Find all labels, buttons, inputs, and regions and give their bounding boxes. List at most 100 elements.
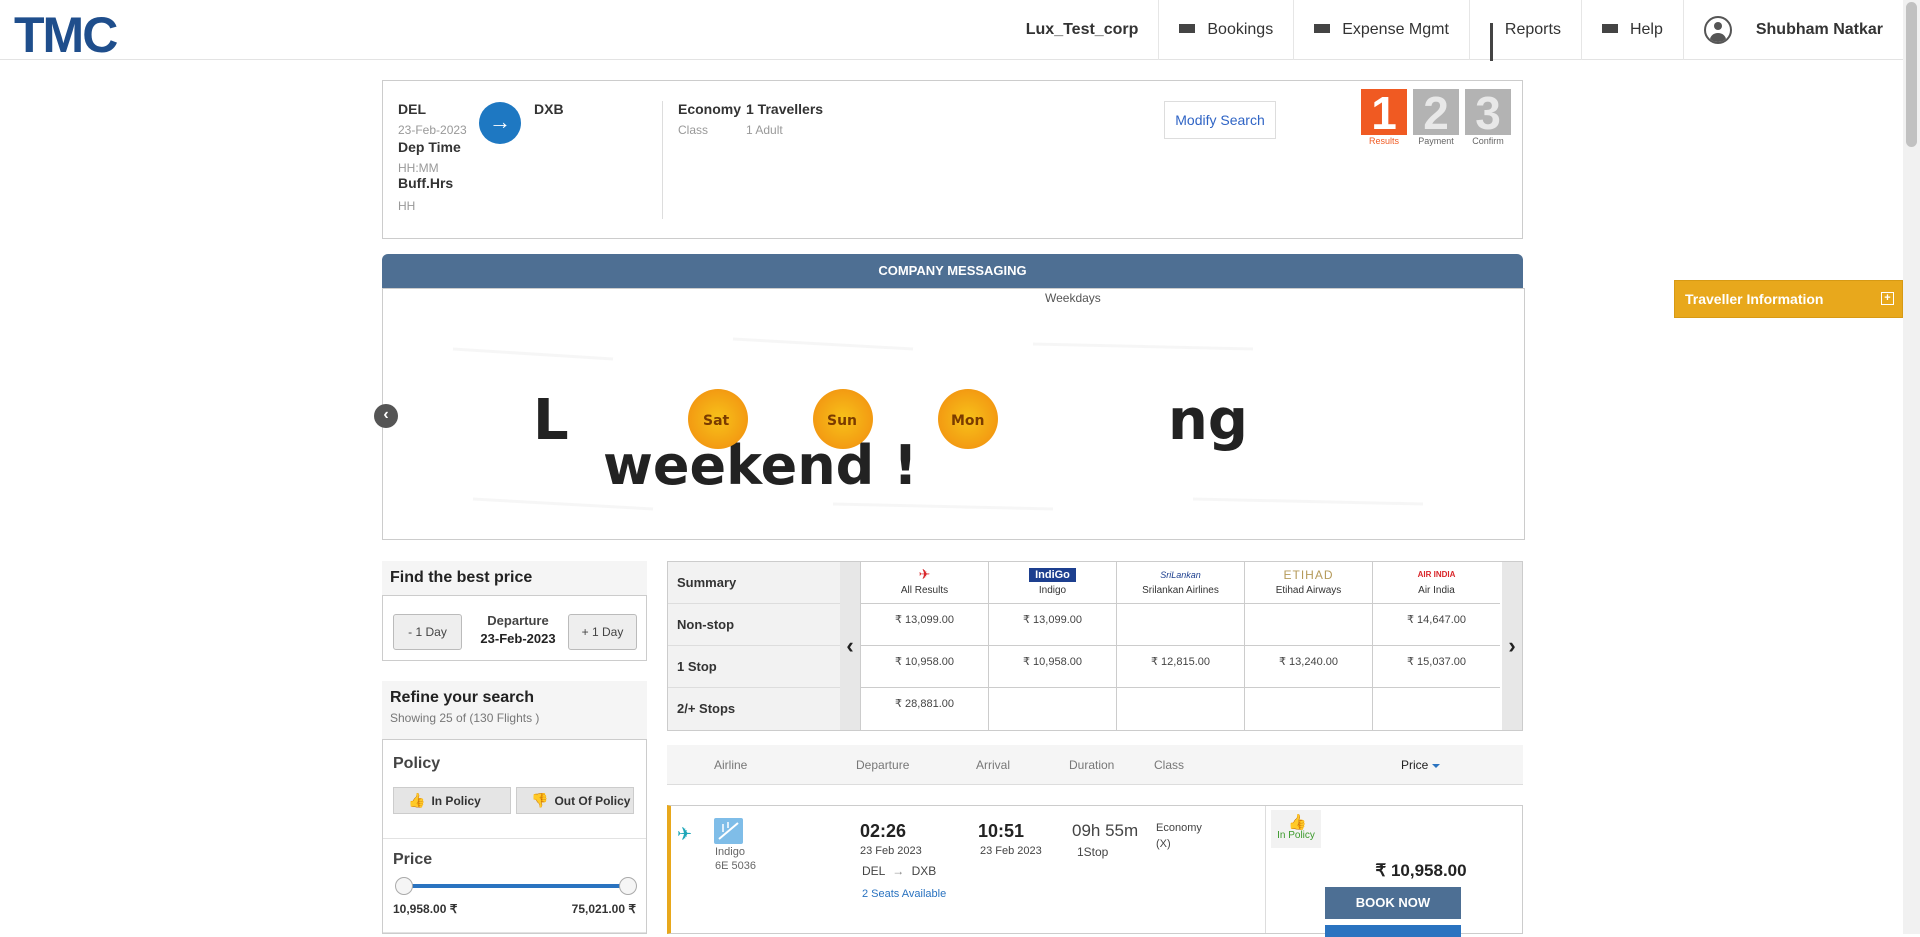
origin-block: DEL 23-Feb-2023 Dep Time HH:MM Buff.Hrs …: [398, 101, 467, 213]
sort-class[interactable]: Class: [1154, 758, 1184, 772]
sort-arrival[interactable]: Arrival: [976, 758, 1010, 772]
scrollbar-thumb[interactable]: [1906, 2, 1917, 147]
col-name: Indigo: [1038, 585, 1067, 596]
in-policy-badge: 👍 In Policy: [1271, 810, 1321, 848]
step-number: 1: [1361, 89, 1407, 137]
minus-day-button[interactable]: - 1 Day: [393, 614, 462, 650]
carousel-caption: Weekdays: [1045, 291, 1101, 305]
indigo-logo: IndiGo: [1029, 567, 1076, 582]
arrival-time: 10:51: [978, 821, 1025, 841]
buff-hrs-label: Buff.Hrs: [398, 175, 454, 191]
matrix-col-srilankan[interactable]: SriLankan Srilankan Airlines ₹ 12,815.00: [1116, 562, 1244, 730]
travellers-block: 1 Travellers 1 Adult: [746, 101, 823, 137]
cabin-class: Economy: [1156, 822, 1202, 834]
nav-user[interactable]: Shubham Natkar: [1682, 0, 1903, 60]
thumbs-up-icon: 👍: [1288, 814, 1307, 831]
modify-search-button[interactable]: Modify Search: [1164, 101, 1276, 139]
price-cell[interactable]: [1117, 688, 1244, 730]
price-cell[interactable]: ₹ 13,099.00: [989, 604, 1116, 646]
matrix-col-indigo[interactable]: IndiGo Indigo ₹ 13,099.00 ₹ 10,958.00: [988, 562, 1116, 730]
matrix-col-air-india[interactable]: AIR INDIA Air India ₹ 14,647.00 ₹ 15,037…: [1372, 562, 1500, 730]
flight-stops: 1Stop: [1077, 845, 1109, 859]
travellers-label: 1 Adult: [746, 123, 783, 137]
price-cell[interactable]: ₹ 15,037.00: [1373, 646, 1500, 688]
search-summary: DEL 23-Feb-2023 Dep Time HH:MM Buff.Hrs …: [382, 80, 1523, 239]
price-cell[interactable]: ₹ 14,647.00: [1373, 604, 1500, 646]
sort-duration[interactable]: Duration: [1069, 758, 1114, 772]
price-slider-min-handle[interactable]: [395, 877, 413, 895]
row-non-stop: Non-stop: [668, 604, 840, 646]
company-messaging-header: COMPANY MESSAGING: [382, 254, 1523, 288]
divider: [1265, 806, 1266, 933]
sort-airline[interactable]: Airline: [714, 758, 747, 772]
price-cell[interactable]: [989, 688, 1116, 730]
nav-help[interactable]: Help: [1580, 0, 1683, 60]
carousel-prev-button[interactable]: ‹: [374, 404, 398, 428]
book-now-button[interactable]: BOOK NOW: [1325, 887, 1461, 919]
menu-icon: [1179, 23, 1196, 37]
secondary-action-button[interactable]: [1325, 925, 1461, 937]
destination-block: DXB: [534, 101, 564, 117]
price-cell[interactable]: [1245, 688, 1372, 730]
price-cell[interactable]: ₹ 28,881.00: [861, 688, 988, 730]
price-min-value: 10,958.00 ₹: [393, 902, 458, 916]
route-arrow-icon: →: [892, 864, 905, 878]
price-cell[interactable]: ₹ 12,815.00: [1117, 646, 1244, 688]
price-cell[interactable]: ₹ 10,958.00: [989, 646, 1116, 688]
refine-title: Refine your search: [390, 689, 535, 706]
airplane-icon: ✈: [918, 566, 931, 582]
thumbs-up-icon: 👍: [408, 792, 426, 808]
col-name: Air India: [1418, 585, 1455, 596]
price-slider-max-handle[interactable]: [619, 877, 637, 895]
origin-code: DEL: [398, 101, 426, 117]
fare-price: ₹ 10,958.00: [1375, 861, 1467, 880]
nav-company[interactable]: Lux_Test_corp: [1006, 0, 1159, 60]
etihad-logo: ETIHAD: [1283, 567, 1334, 582]
plus-day-button[interactable]: + 1 Day: [568, 614, 637, 650]
airplane-icon: ✈: [677, 824, 693, 844]
sun-sat: Sat: [688, 389, 748, 449]
sort-departure[interactable]: Departure: [856, 758, 909, 772]
price-max-value: 75,021.00 ₹: [571, 902, 636, 916]
price-filter-title: Price: [393, 851, 433, 868]
weekend-banner-image: L ng weekend ! Sat Sun Mon: [452, 337, 1424, 511]
departure-date: 23-Feb-2023: [480, 631, 556, 646]
refine-panel: Refine your search Showing 25 of (130 Fl…: [382, 681, 647, 934]
price-slider-track[interactable]: [403, 884, 628, 888]
nav-reports[interactable]: Reports: [1468, 0, 1581, 61]
out-of-policy-filter-button[interactable]: 👎 Out Of Policy: [516, 787, 634, 814]
matrix-prev-button[interactable]: ‹: [840, 562, 860, 730]
nav-bookings[interactable]: Bookings: [1158, 0, 1293, 60]
indigo-airline-logo: [714, 818, 743, 844]
menu-icon: [1314, 23, 1331, 37]
seats-available-link[interactable]: 2 Seats Available: [862, 888, 946, 900]
price-cell[interactable]: [1245, 604, 1372, 646]
brand-logo[interactable]: TMC: [14, 6, 118, 64]
matrix-col-all-results[interactable]: ✈ All Results ₹ 13,099.00 ₹ 10,958.00 ₹ …: [860, 562, 988, 730]
flight-code: 6E 5036: [715, 860, 756, 872]
price-cell[interactable]: ₹ 10,958.00: [861, 646, 988, 688]
nav-items: Lux_Test_corp Bookings Expense Mgmt Repo…: [1006, 0, 1903, 61]
col-header: SriLankan Srilankan Airlines: [1117, 562, 1244, 604]
step-label: Payment: [1418, 136, 1454, 146]
out-policy-label: Out Of Policy: [554, 794, 631, 808]
price-cell[interactable]: ₹ 13,099.00: [861, 604, 988, 646]
matrix-next-button[interactable]: ›: [1502, 562, 1522, 730]
departure-time: 02:26: [860, 821, 907, 841]
in-policy-filter-button[interactable]: 👍 In Policy: [393, 787, 511, 814]
price-cell[interactable]: [1117, 604, 1244, 646]
nav-expense-label: Expense Mgmt: [1342, 21, 1449, 38]
sort-price[interactable]: Price: [1401, 758, 1441, 772]
traveller-information-toggle[interactable]: Traveller Information +: [1674, 280, 1903, 318]
page-scrollbar[interactable]: [1903, 0, 1920, 934]
flight-result-card: ✈ Indigo 6E 5036 02:26 23 Feb 2023 DEL →…: [667, 805, 1523, 937]
price-cell[interactable]: ₹ 13,240.00: [1245, 646, 1372, 688]
banner-word-ng: ng: [1168, 388, 1248, 453]
travellers-value: 1 Travellers: [746, 101, 824, 117]
price-cell[interactable]: [1373, 688, 1500, 730]
nav-expense[interactable]: Expense Mgmt: [1293, 0, 1469, 60]
row-1-stop: 1 Stop: [668, 646, 840, 688]
divider: [662, 101, 663, 219]
matrix-col-etihad[interactable]: ETIHAD Etihad Airways ₹ 13,240.00: [1244, 562, 1372, 730]
traveller-information-label: Traveller Information: [1685, 291, 1824, 307]
